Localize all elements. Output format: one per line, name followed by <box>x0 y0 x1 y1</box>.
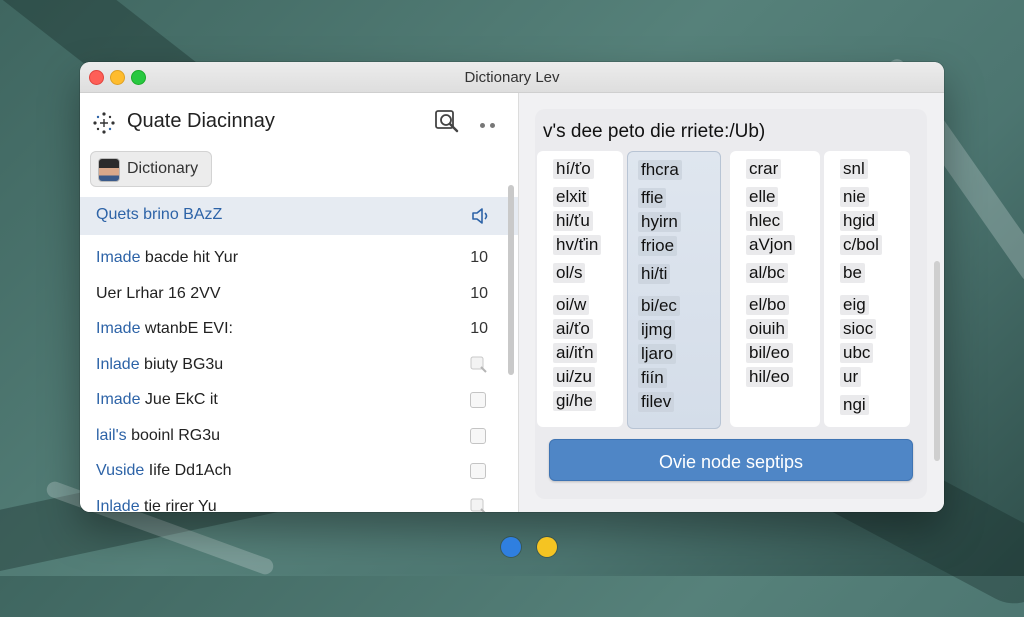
word-cell[interactable]: crar <box>746 159 782 179</box>
main-scrollbar[interactable] <box>934 261 940 461</box>
list-item-label: Imade Jue EkC it <box>96 391 218 408</box>
word-cell[interactable]: elxit <box>553 187 590 207</box>
content-panel: v's dee peto die rriete:/Ub) hí/ťo elxit h… <box>535 109 927 499</box>
list-item-label: Inlade biuty BG3u <box>96 355 224 373</box>
word-cell[interactable]: oi/w <box>553 295 590 315</box>
word-cell[interactable]: frioe <box>638 236 678 256</box>
word-column-2[interactable]: fhcra ffie hyirn frioe hi/ti bi/ec ijmg ljaro fi… <box>627 151 721 429</box>
list-item[interactable]: Quets brino BAzZ <box>80 197 518 235</box>
list-item-label: Imade bacde hit Yur <box>96 249 239 266</box>
sparkle-icon <box>93 112 115 134</box>
window-title: Dictionary Lev <box>464 69 560 86</box>
word-cell[interactable]: hí/ťo <box>553 159 594 179</box>
word-cell[interactable]: ur <box>840 367 862 387</box>
word-column-4[interactable]: snl nie hgid c/bol be eig sioc ubc ur ngi <box>824 151 910 427</box>
sidebar-header: Quate Diacinnay <box>88 107 508 137</box>
list-item[interactable]: Inlade biuty BG3u <box>80 347 518 383</box>
dictionary-chip[interactable]: Dictionary <box>90 151 212 187</box>
word-cell[interactable]: elle <box>746 187 779 207</box>
word-cell[interactable]: ubc <box>840 343 874 363</box>
word-cell[interactable]: ffie <box>638 188 667 208</box>
list-item-label: Vuside Iife Dd1Ach <box>96 462 232 479</box>
word-cell[interactable]: filev <box>638 392 675 412</box>
list-item[interactable]: Inlade tie rirer Yu <box>80 489 518 513</box>
word-cell[interactable]: ijmg <box>638 320 676 340</box>
word-cell[interactable]: snl <box>840 159 868 179</box>
list-item[interactable]: Imade bacde hit Yur 10 <box>80 240 518 276</box>
word-cell[interactable]: hyirn <box>638 212 681 232</box>
ellipsis-icon[interactable] <box>480 115 504 129</box>
word-cell[interactable]: hgid <box>840 211 879 231</box>
word-cell[interactable]: ai/iťn <box>553 343 597 363</box>
word-cell[interactable]: gi/he <box>553 391 596 411</box>
word-cell[interactable]: c/bol <box>840 235 882 255</box>
word-cell[interactable]: eig <box>840 295 869 315</box>
word-cell[interactable]: ol/s <box>553 263 586 283</box>
word-column-3[interactable]: crar elle hlec aVjon al/bc el/bo oiuih bil/eo hi… <box>730 151 820 427</box>
word-cell[interactable]: hlec <box>746 211 784 231</box>
list-item-label: Quets brino BAzZ <box>96 206 223 223</box>
row-checkbox[interactable] <box>470 392 486 408</box>
list-item-label: Uer Lrhar 16 2VV <box>96 284 221 302</box>
word-cell[interactable]: oiuih <box>746 319 788 339</box>
row-checkbox[interactable] <box>470 463 486 479</box>
word-cell[interactable]: bil/eo <box>746 343 793 363</box>
list-item-label: lail's booinl RG3u <box>96 426 221 444</box>
list-item[interactable]: Vuside Iife Dd1Ach <box>80 453 518 489</box>
word-cell[interactable]: hi/ti <box>638 264 671 284</box>
word-cell[interactable]: be <box>840 263 865 283</box>
magnifier-icon[interactable] <box>470 498 488 513</box>
browser-icon[interactable] <box>501 537 521 557</box>
word-cell[interactable]: fiín <box>638 368 667 388</box>
list-item[interactable]: Uer Lrhar 16 2VV 10 <box>80 276 518 312</box>
app-window: Dictionary Lev Quate Diacinnay Dictionar… <box>80 62 944 512</box>
word-cell[interactable]: al/bc <box>746 263 788 283</box>
word-cell[interactable]: fhcra <box>638 160 682 180</box>
word-cell[interactable]: ui/zu <box>553 367 595 387</box>
word-cell[interactable]: nie <box>840 187 869 207</box>
word-cell[interactable]: hil/eo <box>746 367 793 387</box>
magnifier-icon[interactable] <box>470 356 488 374</box>
chip-label: Dictionary <box>127 160 199 177</box>
word-cell[interactable]: bi/ec <box>638 296 680 316</box>
item-count: 10 <box>470 284 488 302</box>
word-cell[interactable]: sioc <box>840 319 877 339</box>
word-cell[interactable]: hv/ťin <box>553 235 602 255</box>
avatar <box>98 158 120 182</box>
list-item-label: Imade wtanbE EVI: <box>96 320 233 337</box>
word-cell[interactable]: ngi <box>840 395 869 415</box>
sidebar-scrollbar[interactable] <box>508 185 514 375</box>
word-column-1[interactable]: hí/ťo elxit hi/ťu hv/ťin ol/s oi/w ai/ťo ai/iťn… <box>537 151 623 427</box>
list-item[interactable]: Imade Jue EkC it <box>80 382 518 418</box>
word-cell[interactable]: ljaro <box>638 344 677 364</box>
word-cell[interactable]: ai/ťo <box>553 319 593 339</box>
item-count: 10 <box>470 249 488 266</box>
app-title: Quate Diacinnay <box>127 110 275 132</box>
word-grid: hí/ťo elxit hi/ťu hv/ťin ol/s oi/w ai/ťo ai/iťn… <box>535 151 927 429</box>
list-item-label: Inlade tie rirer Yu <box>96 497 217 513</box>
word-cell[interactable]: el/bo <box>746 295 789 315</box>
entry-list: Quets brino BAzZ Imade bacde hit Yur 10 … <box>80 197 518 512</box>
notes-icon[interactable] <box>537 537 557 557</box>
action-button[interactable]: Ovie node septips <box>549 439 913 481</box>
word-cell[interactable]: hi/ťu <box>553 211 593 231</box>
magnifier-icon[interactable] <box>434 109 460 135</box>
list-item[interactable]: Imade wtanbE EVI: 10 <box>80 311 518 347</box>
speaker-icon[interactable] <box>470 207 490 225</box>
sidebar: Quate Diacinnay Dictionary Quets brino B… <box>80 93 519 512</box>
row-checkbox[interactable] <box>470 427 486 444</box>
list-item[interactable]: lail's booinl RG3u <box>80 418 518 454</box>
main-pane: v's dee peto die rriete:/Ub) hí/ťo elxit h… <box>519 93 944 512</box>
word-cell[interactable]: aVjon <box>746 235 796 255</box>
item-count: 10 <box>470 320 488 337</box>
title-bar: Dictionary Lev <box>80 62 944 93</box>
main-heading: v's dee peto die rriete:/Ub) <box>543 121 766 142</box>
